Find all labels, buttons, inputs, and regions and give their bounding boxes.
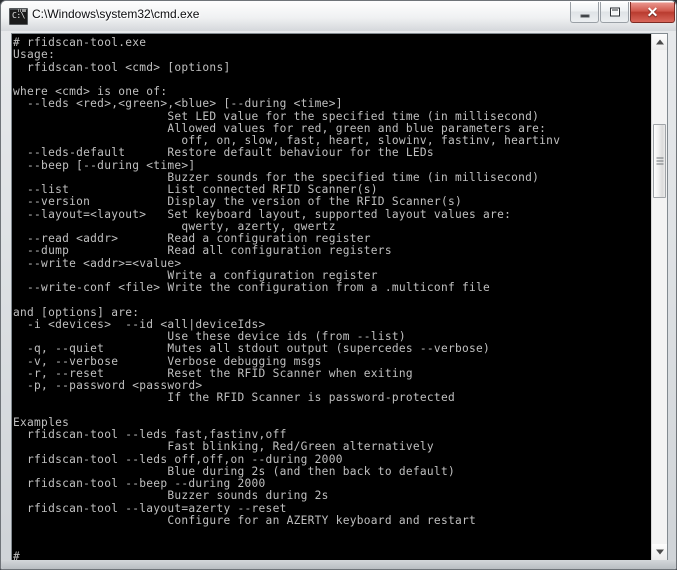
window-bottom-frame bbox=[1, 560, 676, 569]
scroll-down-button[interactable] bbox=[652, 544, 667, 560]
close-button[interactable]: ✕ bbox=[630, 2, 675, 23]
cmd-window: C:\ C:\Windows\system32\cmd.exe ✕ # rfid… bbox=[0, 0, 677, 570]
minimize-button[interactable] bbox=[570, 2, 599, 23]
window-title: C:\Windows\system32\cmd.exe bbox=[32, 7, 200, 21]
minimize-icon bbox=[580, 14, 589, 18]
scrollbar-grip-icon bbox=[656, 157, 663, 165]
console-output-surface[interactable]: # rfidscan-tool.exe Usage: rfidscan-tool… bbox=[12, 34, 651, 560]
scroll-up-button[interactable] bbox=[652, 34, 667, 50]
console-vertical-scrollbar[interactable] bbox=[651, 34, 667, 560]
maximize-icon bbox=[609, 7, 620, 17]
scroll-up-arrow-icon bbox=[655, 39, 664, 45]
console-client-area[interactable]: # rfidscan-tool.exe Usage: rfidscan-tool… bbox=[11, 33, 668, 561]
console-output-text: # rfidscan-tool.exe Usage: rfidscan-tool… bbox=[13, 36, 561, 527]
cmd-console-icon: C:\ bbox=[9, 8, 28, 25]
console-prompt: # bbox=[13, 550, 21, 560]
scroll-down-arrow-icon bbox=[655, 549, 664, 555]
title-bar[interactable]: C:\ C:\Windows\system32\cmd.exe ✕ bbox=[1, 1, 677, 31]
maximize-button[interactable] bbox=[600, 2, 629, 23]
scrollbar-track[interactable] bbox=[652, 50, 667, 544]
close-icon: ✕ bbox=[646, 4, 659, 20]
scrollbar-thumb[interactable] bbox=[653, 124, 666, 199]
caption-buttons: ✕ bbox=[569, 2, 675, 24]
cmd-icon-dots bbox=[18, 9, 26, 12]
